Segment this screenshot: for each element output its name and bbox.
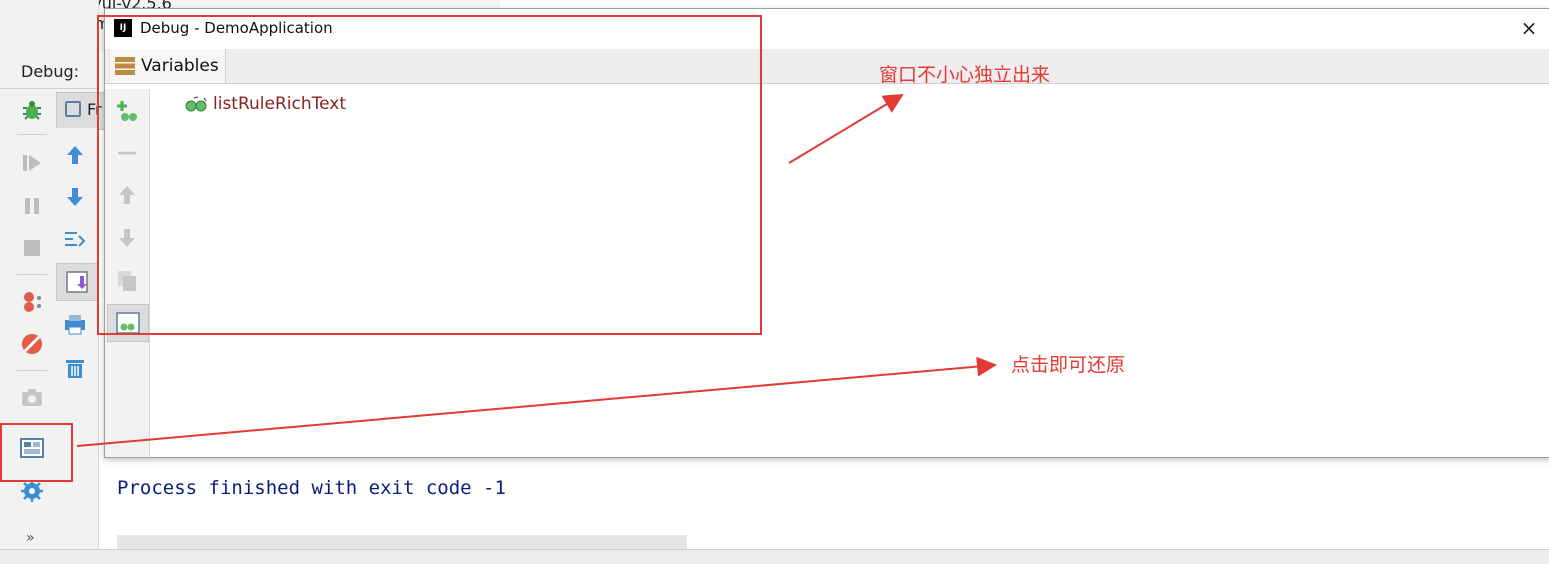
close-icon[interactable]: × xyxy=(1518,17,1540,39)
step-filter-icon[interactable] xyxy=(63,228,87,252)
download-button[interactable] xyxy=(56,263,98,301)
resume-icon[interactable] xyxy=(20,151,44,175)
console-output: Process finished with exit code -1 xyxy=(117,477,506,499)
stop-icon[interactable] xyxy=(20,236,44,260)
up-arrow-icon[interactable] xyxy=(63,143,87,167)
camera-icon[interactable] xyxy=(20,385,44,409)
status-bar xyxy=(0,549,1549,564)
debug-panel-title: Debug: xyxy=(21,62,80,81)
floating-window-highlight xyxy=(97,15,762,335)
annotation-restore-note: 点击即可还原 xyxy=(1011,354,1126,376)
mute-breakpoints-icon[interactable] xyxy=(20,332,44,356)
divider xyxy=(17,274,47,275)
horizontal-scrollbar[interactable] xyxy=(117,535,687,549)
pause-icon[interactable] xyxy=(20,194,44,218)
annotation-window-note: 窗口不小心独立出来 xyxy=(879,64,1051,86)
restore-button-highlight xyxy=(0,423,73,482)
more-icon[interactable]: » xyxy=(26,530,35,546)
down-arrow-icon[interactable] xyxy=(63,185,87,209)
view-breakpoints-icon[interactable] xyxy=(20,290,44,314)
trash-icon[interactable] xyxy=(63,356,87,380)
print-icon[interactable] xyxy=(63,312,87,336)
frames-icon xyxy=(65,101,81,117)
divider xyxy=(0,88,98,89)
settings-icon[interactable] xyxy=(20,479,44,503)
bug-icon[interactable] xyxy=(20,98,44,122)
divider xyxy=(17,370,47,371)
divider xyxy=(17,134,47,135)
download-icon xyxy=(66,271,88,293)
